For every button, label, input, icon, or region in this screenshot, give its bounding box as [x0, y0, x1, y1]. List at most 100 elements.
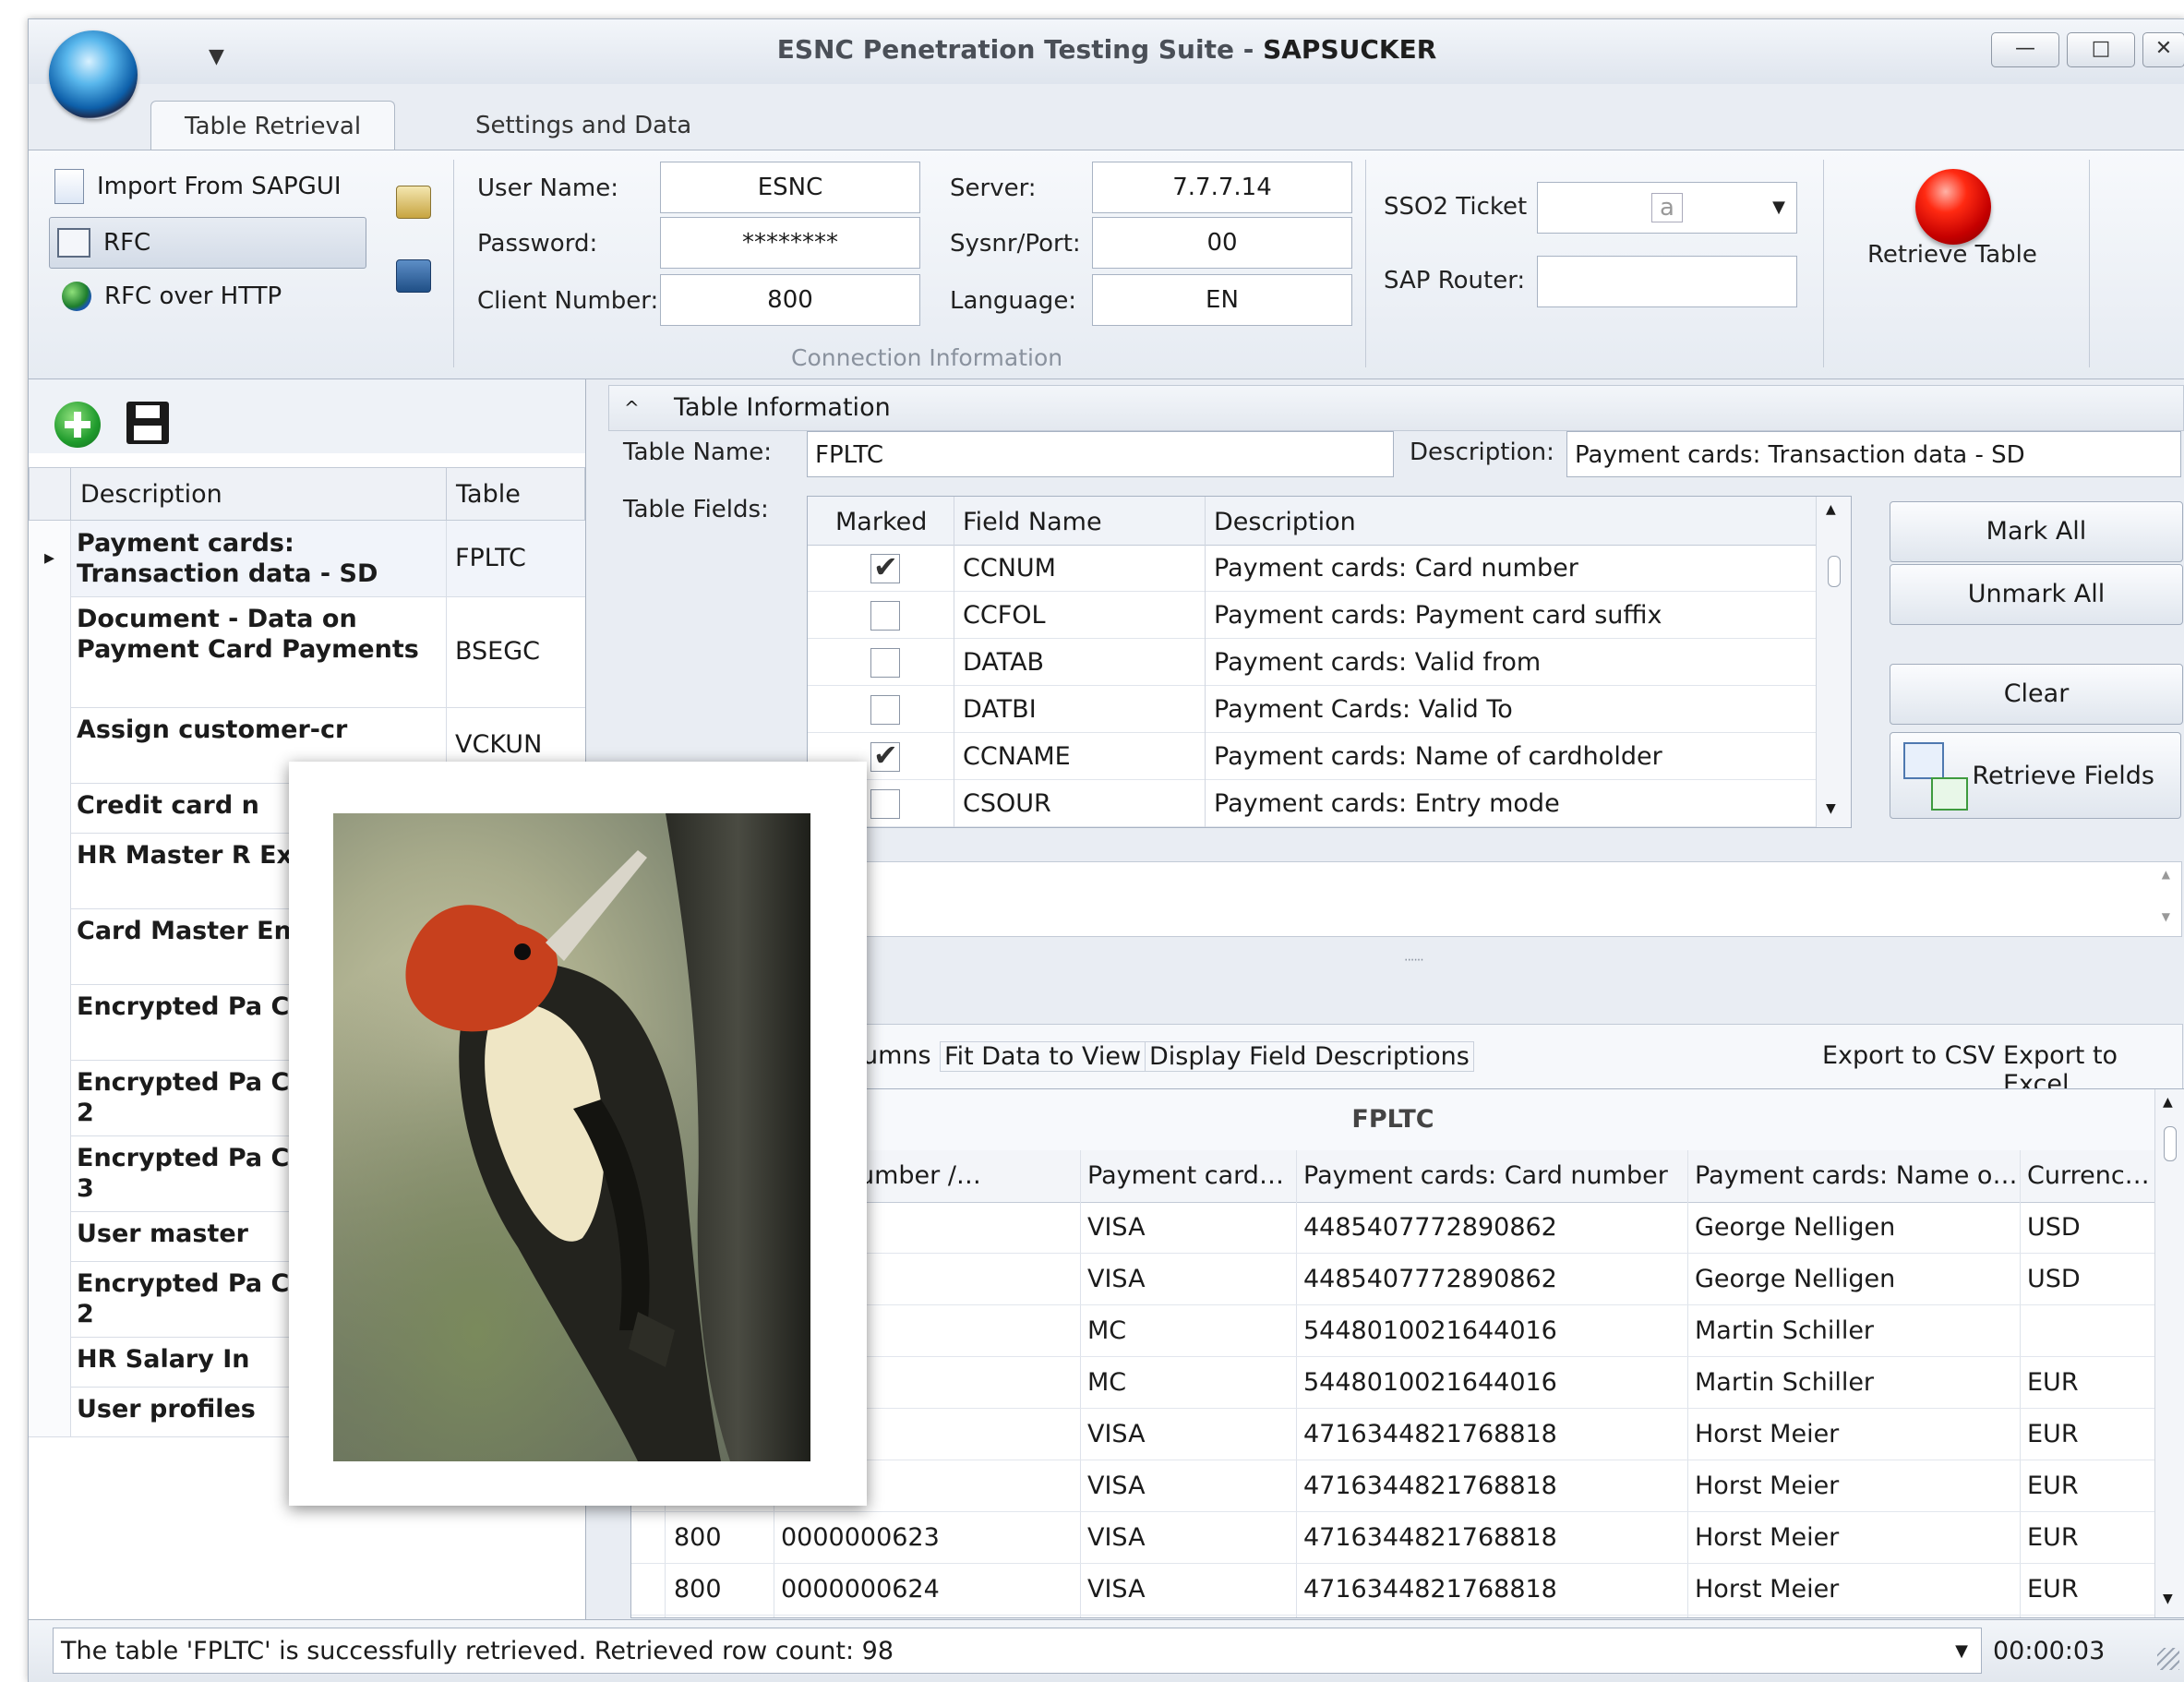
import-from-sapgui-label: Import From SAPGUI — [97, 173, 342, 200]
data-row[interactable]: 800 0000000624 VISA 4716344821768818 Horst M… — [631, 1564, 2154, 1616]
document-icon — [54, 169, 84, 204]
saved-table-name: FPLTC — [455, 544, 526, 572]
password-input[interactable]: ******** — [660, 217, 920, 269]
marked-checkbox[interactable] — [870, 601, 900, 631]
field-description: Payment cards: Name of cardholder — [1214, 742, 1662, 771]
data-row[interactable]: 800 0000000623 VISA 4716344821768818 Horst M… — [631, 1512, 2154, 1564]
minimize-button[interactable]: — — [1991, 32, 2059, 67]
fields-grid-header: Marked Field Name Description — [808, 497, 1851, 546]
fields-scrollbar[interactable]: ▲ ▼ — [1816, 497, 1851, 827]
columns-button[interactable]: umns — [862, 1041, 931, 1070]
column-header-cardholder-name[interactable]: Payment cards: Name o… — [1695, 1161, 2017, 1190]
currency-cell: USD — [2027, 1265, 2081, 1293]
rfc-over-http-button[interactable]: RFC over HTTP — [62, 282, 282, 311]
mark-all-button[interactable]: Mark All — [1890, 501, 2183, 562]
saved-table-name: BSEGC — [455, 637, 541, 666]
memo-scroll-down-icon[interactable]: ▼ — [2162, 910, 2170, 923]
close-button[interactable]: ✕ — [2142, 32, 2184, 67]
card-type-cell: VISA — [1087, 1420, 1146, 1448]
column-header-description[interactable]: Description — [70, 467, 447, 521]
cardholder-cell: Horst Meier — [1695, 1523, 1840, 1552]
retrieve-fields-button[interactable]: Retrieve Fields — [1890, 732, 2181, 819]
scroll-thumb[interactable] — [1828, 556, 1841, 587]
data-scrollbar[interactable]: ▲ ▼ — [2154, 1089, 2184, 1617]
column-header-marked[interactable]: Marked — [835, 508, 927, 536]
marked-checkbox[interactable] — [870, 648, 900, 678]
user-name-input[interactable]: ESNC — [660, 162, 920, 213]
saved-table-row[interactable]: Document - Data on Payment Card Payments… — [29, 596, 585, 708]
sysnr-port-input[interactable]: 00 — [1092, 217, 1352, 269]
currency-cell: USD — [2027, 1213, 2081, 1242]
field-row[interactable]: DATBI Payment Cards: Valid To — [808, 686, 1851, 733]
column-header-currency[interactable]: Currenc… — [2027, 1161, 2150, 1190]
cardholder-cell: Martin Schiller — [1695, 1316, 1875, 1345]
card-type-cell: VISA — [1087, 1575, 1146, 1604]
table-structure-icon-2 — [1931, 777, 1968, 811]
status-message-combo[interactable]: The table 'FPLTC' is successfully retrie… — [53, 1628, 1982, 1674]
card-number-cell: 5448010021644016 — [1303, 1368, 1557, 1397]
display-field-descriptions-button[interactable]: Display Field Descriptions — [1145, 1041, 1474, 1072]
splitter-grip[interactable]: ‧‧‧‧‧‧ — [1404, 954, 1424, 968]
row-indicator — [29, 1060, 71, 1135]
where-clause-memo[interactable]: ▲ ▼ — [807, 861, 2182, 937]
data-scroll-thumb[interactable] — [2164, 1126, 2177, 1161]
cardholder-cell: Horst Meier — [1695, 1472, 1840, 1500]
data-scroll-down-icon[interactable]: ▼ — [2163, 1592, 2173, 1606]
card-type-cell: VISA — [1087, 1265, 1146, 1293]
add-icon[interactable] — [54, 402, 101, 448]
field-row[interactable]: CCNUM Payment cards: Card number — [808, 545, 1851, 592]
memo-scroll-up-icon[interactable]: ▲ — [2162, 868, 2170, 881]
clear-button[interactable]: Clear — [1890, 664, 2183, 725]
scroll-up-icon[interactable]: ▲ — [1826, 502, 1836, 517]
resize-grip-icon[interactable] — [2157, 1648, 2179, 1670]
column-header-payment-card[interactable]: Payment card… — [1087, 1161, 1284, 1190]
saved-table-row[interactable]: ▸ Payment cards: Transaction data - SD FPL… — [29, 521, 585, 597]
marked-checkbox[interactable] — [870, 549, 900, 584]
status-dropdown-arrow-icon[interactable]: ▼ — [1955, 1628, 1968, 1675]
row-indicator — [29, 1337, 71, 1387]
retrieve-table-icon[interactable] — [1915, 169, 1991, 245]
card-icon[interactable] — [396, 259, 431, 293]
tab-table-retrieval[interactable]: Table Retrieval — [150, 101, 396, 151]
unmark-all-button[interactable]: Unmark All — [1890, 564, 2183, 625]
marked-checkbox[interactable] — [870, 695, 900, 725]
tab-settings-and-data[interactable]: Settings and Data — [442, 101, 725, 150]
sso2-dropdown-arrow-icon[interactable]: ▼ — [1772, 183, 1785, 233]
card-type-cell: MC — [1087, 1316, 1127, 1345]
column-header-field-name[interactable]: Field Name — [963, 508, 1102, 536]
import-from-sapgui-button[interactable]: Import From SAPGUI — [54, 169, 342, 204]
description-input[interactable]: Payment cards: Transaction data - SD — [1566, 431, 2181, 477]
card-number-cell: 4485407772890862 — [1303, 1213, 1557, 1242]
sap-router-input[interactable] — [1537, 256, 1797, 307]
table-information-header[interactable]: ^ Table Information — [608, 385, 2184, 431]
column-header-table[interactable]: Table — [446, 467, 585, 521]
data-scroll-up-icon[interactable]: ▲ — [2163, 1095, 2173, 1110]
rfc-button[interactable]: RFC — [49, 217, 366, 269]
field-row[interactable]: CCFOL Payment cards: Payment card suffix — [808, 592, 1851, 639]
column-header-card-number[interactable]: Payment cards: Card number — [1303, 1161, 1668, 1190]
collapse-chevron-icon[interactable]: ^ — [624, 386, 640, 430]
column-header-field-description[interactable]: Description — [1214, 508, 1356, 536]
fit-data-to-view-button[interactable]: Fit Data to View — [940, 1041, 1146, 1072]
column-divider — [1205, 497, 1206, 827]
sso2-ticket-combo[interactable]: a ▼ — [1537, 182, 1797, 234]
app-window: ▼ ESNC Penetration Testing Suite - SAPSU… — [28, 18, 2184, 1682]
field-row[interactable]: CSOUR Payment cards: Entry mode — [808, 780, 1851, 827]
status-message: The table 'FPLTC' is successfully retrie… — [61, 1637, 894, 1665]
field-name: CCFOL — [963, 601, 1046, 630]
scroll-down-icon[interactable]: ▼ — [1826, 801, 1836, 816]
lock-icon[interactable] — [396, 186, 431, 219]
field-row[interactable]: CCNAME Payment cards: Name of cardholder — [808, 733, 1851, 780]
marked-checkbox[interactable] — [870, 789, 900, 819]
client-number-input[interactable]: 800 — [660, 274, 920, 326]
retrieve-table-button[interactable]: Retrieve Table — [1867, 241, 2037, 269]
server-input[interactable]: 7.7.7.14 — [1092, 162, 1352, 213]
maximize-button[interactable]: □ — [2067, 32, 2135, 67]
marked-checkbox[interactable] — [870, 738, 900, 773]
language-input[interactable]: EN — [1092, 274, 1352, 326]
woodpecker-photo — [333, 813, 810, 1461]
field-row[interactable]: DATAB Payment cards: Valid from — [808, 639, 1851, 686]
export-to-csv-button[interactable]: Export to CSV — [1822, 1041, 1995, 1070]
save-icon[interactable] — [126, 402, 169, 444]
table-name-input[interactable]: FPLTC — [807, 431, 1394, 477]
